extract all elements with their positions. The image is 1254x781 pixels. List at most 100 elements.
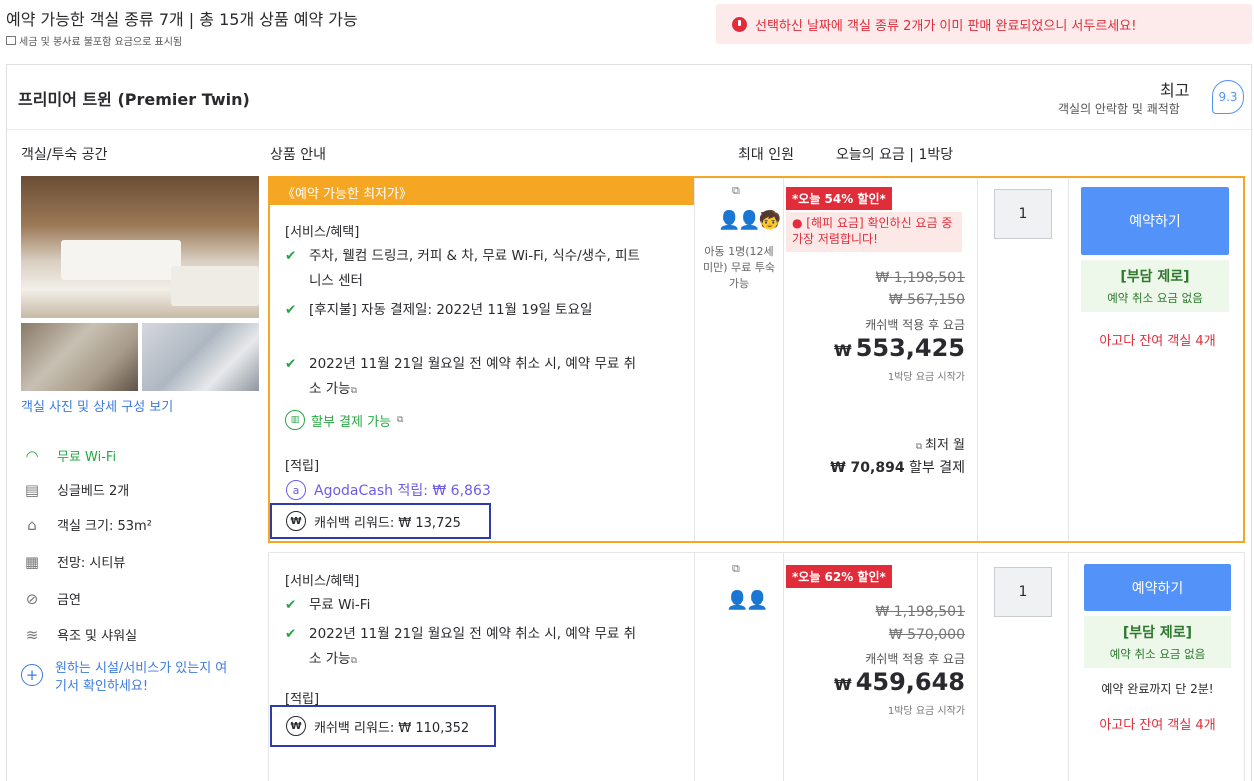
amenity-label: 욕조 및 샤워실 — [57, 629, 138, 644]
external-link-icon[interactable]: ⧉ — [732, 562, 740, 576]
free-cancellation-subtitle: 예약 취소 요금 없음 — [1107, 291, 1203, 305]
installment-label: 할부 결제 가능 — [311, 414, 392, 430]
cashback-text: 캐쉬백 리워드: ₩ 110,352 — [314, 720, 470, 736]
check-icon: ✔ — [285, 597, 297, 613]
installment-amount: ₩ 70,894 — [830, 460, 905, 476]
bath-icon: ≋ — [25, 625, 39, 644]
column-header-offer: 상품 안내 — [270, 147, 326, 163]
after-cashback-label: 캐쉬백 적용 후 요금 — [865, 652, 965, 666]
room-photos-link[interactable]: 객실 사진 및 상세 구성 보기 — [21, 396, 173, 415]
tax-note-text: 세금 및 봉사료 불포함 요금으로 표시됨 — [19, 37, 183, 48]
rooms-left-notice: 아고다 잔여 객실 4개 — [1099, 718, 1216, 733]
external-link-icon[interactable]: ⧉ — [732, 184, 740, 198]
amenity-label: 싱글베드 2개 — [57, 484, 130, 499]
installment-available[interactable]: ▥ 할부 결제 가능 ⧉ — [285, 410, 403, 430]
tax-note: 세금 및 봉사료 불포함 요금으로 표시됨 — [6, 33, 182, 48]
crossed-price: ₩ 567,150 — [888, 292, 965, 308]
amenity-label: 전망: 시티뷰 — [57, 556, 126, 571]
cashback-icon: ₩ — [286, 511, 306, 531]
book-button[interactable]: 예약하기 — [1081, 187, 1229, 255]
free-cancellation-title: [부담 제로] — [1120, 269, 1190, 285]
installment-price: ₩ 70,894 할부 결제 — [830, 457, 965, 477]
lowest-price-banner: 《예약 가능한 최저가》 — [270, 178, 694, 205]
happy-rate-text: [해피 요금] 확인하신 요금 중 가장 저렴합니다! — [792, 216, 953, 246]
external-link-icon: ⧉ — [350, 386, 357, 396]
free-cancellation-box: [부담 제로] 예약 취소 요금 없음 — [1081, 260, 1229, 312]
quantity-select[interactable]: 1 — [994, 567, 1052, 617]
quantity-select[interactable]: 1 — [994, 189, 1052, 239]
amenity-label: 무료 Wi-Fi — [57, 450, 117, 465]
rating-score-badge: 9.3 — [1212, 80, 1244, 114]
rating-word: 최고 — [1160, 81, 1190, 100]
check-icon: ✔ — [285, 356, 297, 372]
agoda-cash-reward: a AgodaCash 적립: ₩ 6,863 — [286, 480, 491, 500]
column-divider — [977, 553, 978, 781]
sold-out-alert: 선택하신 날짜에 객실 종류 2개가 이미 판매 완료되었으니 서두르세요! — [716, 4, 1252, 44]
external-link-icon: ⧉ — [397, 415, 404, 425]
amenity-non-smoking: ⊘ 금연 — [21, 589, 81, 609]
amenity-wifi: ◠ 무료 Wi-Fi — [21, 446, 117, 466]
original-price: ₩ 1,198,501 — [875, 604, 965, 620]
discount-badge: *오늘 62% 할인* — [786, 565, 892, 588]
benefit-item: ✔ [후지불] 자동 결제일: 2022년 11월 19일 토요일 — [285, 298, 645, 323]
original-price: ₩ 1,198,501 — [875, 270, 965, 286]
room-name: 프리미어 트윈 (Premier Twin) — [18, 90, 250, 109]
bed-icon: ▤ — [24, 480, 40, 499]
column-header-room: 객실/투숙 공간 — [21, 147, 108, 163]
happy-rate-note: ● [해피 요금] 확인하신 요금 중 가장 저렴합니다! — [786, 212, 962, 252]
column-divider — [1068, 178, 1069, 541]
check-icon: ✔ — [285, 302, 297, 318]
child-policy-text: 아동 1명(12세 미만) 무료 투숙 가능 — [702, 245, 775, 290]
installment-min-text: 최저 월 — [924, 438, 965, 453]
book-button[interactable]: 예약하기 — [1084, 564, 1231, 611]
final-price: ₩553,425 — [834, 334, 965, 362]
house-icon: ⌂ — [27, 515, 37, 534]
discount-badge: *오늘 54% 할인* — [786, 187, 892, 210]
after-cashback-label: 캐쉬백 적용 후 요금 — [865, 318, 965, 332]
divider — [7, 129, 1251, 130]
column-divider — [783, 178, 784, 541]
cashback-reward: ₩ 캐쉬백 리워드: ₩ 13,725 — [270, 503, 491, 539]
room-photo-amenities[interactable] — [142, 323, 259, 391]
benefit-item: ✔ 주차, 웰컴 드링크, 커피 & 차, 무료 Wi-Fi, 식수/생수, 피… — [285, 244, 645, 294]
benefit-text: 무료 Wi-Fi — [309, 597, 371, 613]
amenity-bed: ▤ 싱글베드 2개 — [21, 480, 130, 500]
column-divider — [694, 553, 695, 781]
amenity-bath: ≋ 욕조 및 샤워실 — [21, 625, 138, 645]
amenity-size: ⌂ 객실 크기: 53m² — [21, 515, 152, 535]
sold-out-alert-text: 선택하신 날짜에 객실 종류 2개가 이미 판매 완료되었으니 서두르세요! — [755, 18, 1137, 34]
benefit-item: ✔ 무료 Wi-Fi — [285, 593, 645, 618]
benefit-text: [후지불] 자동 결제일: 2022년 11월 19일 토요일 — [309, 302, 593, 318]
occupancy-icon: 👤👤🧒 — [718, 210, 781, 231]
price-value: 459,648 — [855, 668, 965, 696]
price-value: 553,425 — [855, 334, 965, 362]
tag-icon: ● — [792, 216, 807, 230]
benefits-heading: [서비스/혜택] — [285, 574, 360, 589]
more-facilities-link[interactable]: 원하는 시설/서비스가 있는지 여기서 확인하세요! — [55, 660, 235, 696]
alarm-icon — [732, 16, 747, 32]
amenity-label: 금연 — [57, 593, 81, 608]
amenity-view: ▦ 전망: 시티뷰 — [21, 552, 126, 572]
currency-symbol: ₩ — [834, 341, 852, 360]
cashback-text: 캐쉬백 리워드: ₩ 13,725 — [314, 515, 461, 531]
benefit-text: 2022년 11월 21일 월요일 전 예약 취소 시, 예약 무료 취소 가능… — [309, 356, 637, 397]
column-divider — [694, 178, 695, 541]
room-photo-main[interactable] — [21, 176, 259, 318]
column-divider — [977, 178, 978, 541]
installment-icon: ▥ — [285, 410, 305, 430]
child-policy-note: 아동 1명(12세 미만) 무료 투숙 가능 — [702, 244, 776, 292]
benefit-text: 2022년 11월 21일 월요일 전 예약 취소 시, 예약 무료 취소 가능… — [309, 626, 637, 667]
column-header-occupancy: 최대 인원 — [738, 147, 794, 163]
amenity-label: 객실 크기: 53m² — [57, 519, 152, 534]
column-header-price: 오늘의 요금 | 1박당 — [836, 147, 954, 163]
benefits-heading: [서비스/혜택] — [285, 225, 360, 240]
room-photo-bathroom[interactable] — [21, 323, 138, 391]
plus-circle-icon: + — [21, 664, 43, 686]
agoda-cash-icon: a — [286, 480, 306, 500]
more-facilities[interactable]: + 원하는 시설/서비스가 있는지 여기서 확인하세요! — [21, 660, 235, 696]
installment-min-label: ⧉ 최저 월 — [916, 434, 965, 453]
rooms-left-notice: 아고다 잔여 객실 4개 — [1099, 334, 1216, 349]
room-types-summary: 예약 가능한 객실 종류 7개 | 총 15개 상품 예약 가능 — [6, 10, 358, 29]
check-icon: ✔ — [285, 248, 297, 264]
final-price: ₩459,648 — [834, 668, 965, 696]
